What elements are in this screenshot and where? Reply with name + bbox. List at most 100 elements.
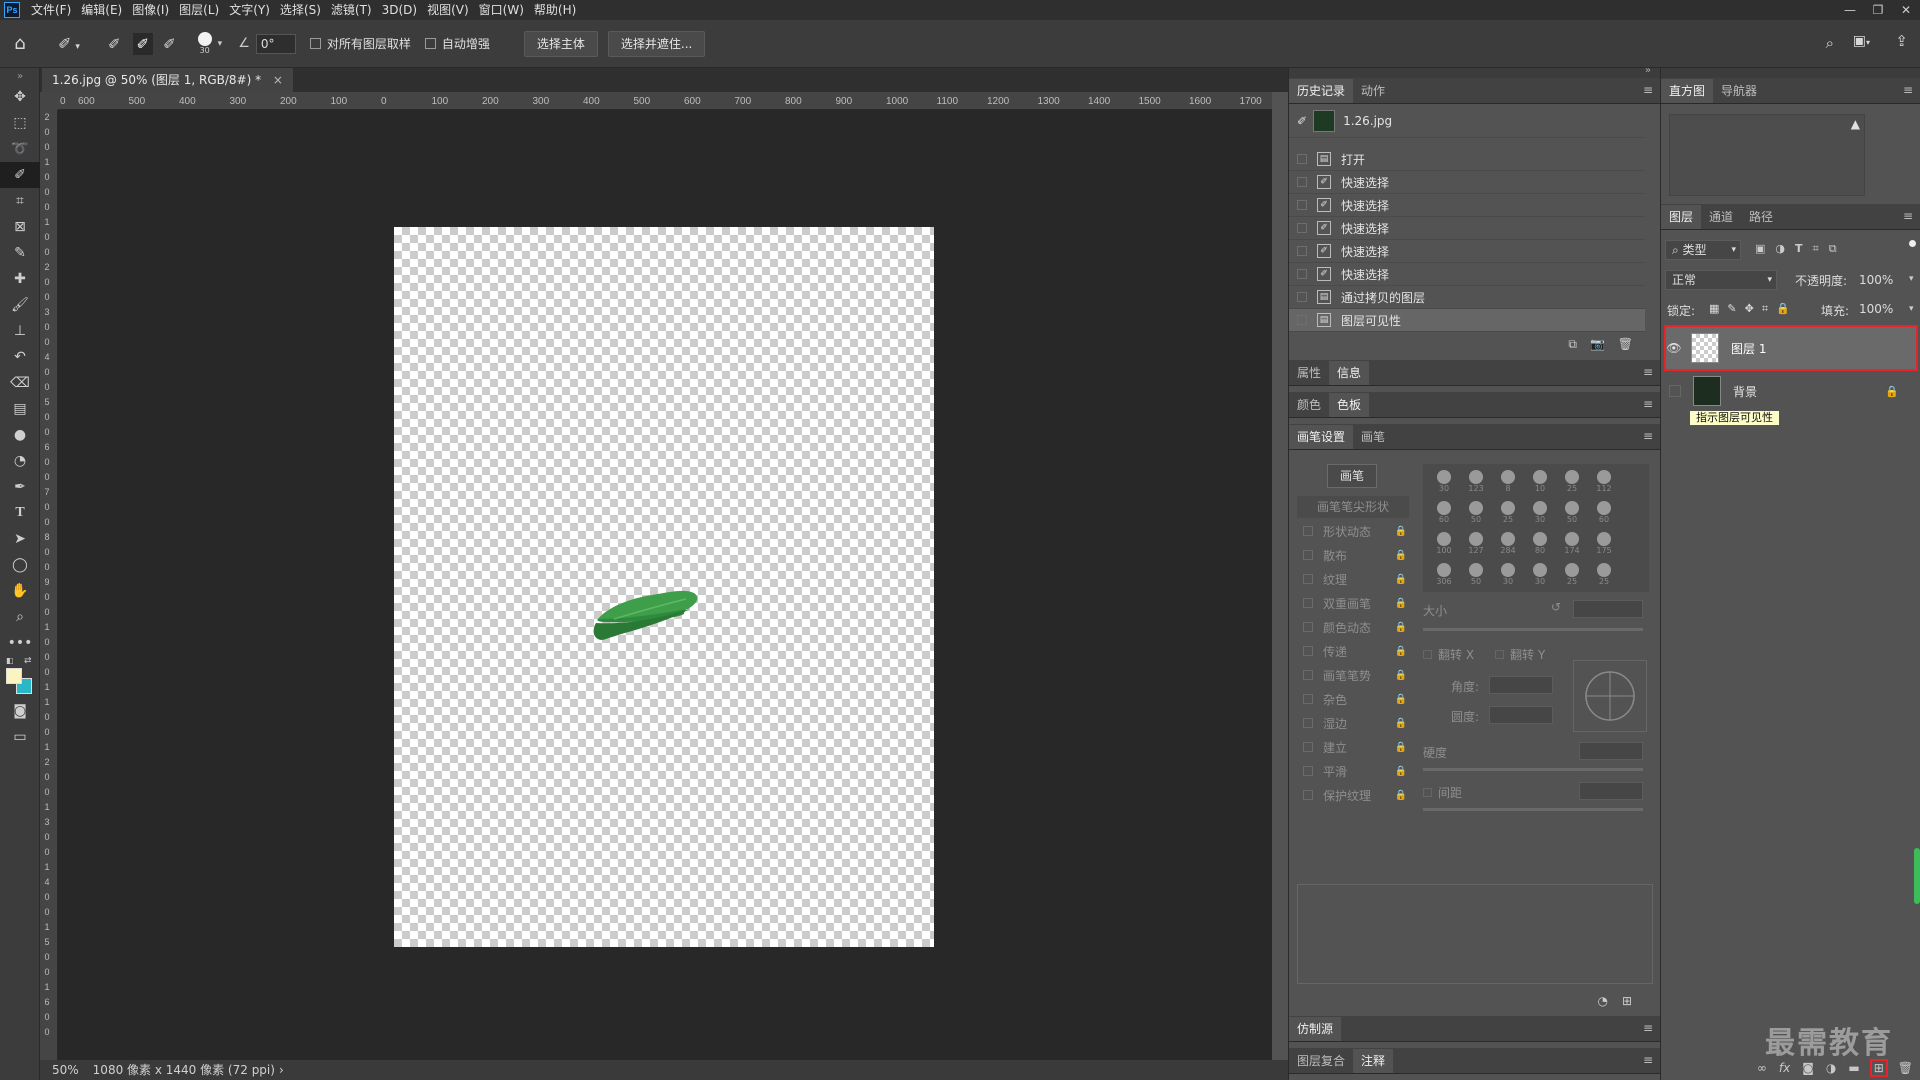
- layer-row-selected[interactable]: 👁 图层 1: [1664, 325, 1918, 371]
- menu-file[interactable]: 文件(F): [26, 0, 76, 20]
- new-selection-icon[interactable]: ✐: [108, 35, 121, 53]
- brush-option-row[interactable]: 湿边 🔒: [1297, 712, 1407, 734]
- lock-icon[interactable]: 🔒: [1395, 742, 1407, 753]
- history-step[interactable]: ✐ 快速选择: [1289, 194, 1645, 217]
- fill-field[interactable]: 100%: [1859, 302, 1893, 316]
- brush-tip-preset[interactable]: 50: [1557, 499, 1587, 529]
- type-filter-icon[interactable]: T: [1795, 242, 1803, 256]
- brush-tip-preset[interactable]: 25: [1589, 561, 1619, 591]
- brush-angle-preview[interactable]: [1573, 660, 1647, 732]
- lock-icon[interactable]: 🔒: [1395, 646, 1407, 657]
- auto-enhance-checkbox[interactable]: [424, 38, 436, 49]
- new-group-icon[interactable]: ▬: [1848, 1061, 1859, 1075]
- brush-option-row[interactable]: 形状动态 🔒: [1297, 520, 1407, 542]
- size-field[interactable]: [1573, 600, 1643, 618]
- collapse-dock-icon[interactable]: »: [1645, 65, 1651, 76]
- brush-tip-preset[interactable]: 60: [1429, 499, 1459, 529]
- history-step-checkbox[interactable]: [1297, 246, 1307, 256]
- menu-window[interactable]: 窗口(W): [474, 0, 529, 20]
- brush-tip-preset[interactable]: 25: [1557, 561, 1587, 591]
- tab-history[interactable]: 历史记录: [1289, 79, 1354, 103]
- canvas-area[interactable]: [58, 110, 1272, 1060]
- brush-option-checkbox[interactable]: [1303, 694, 1313, 704]
- brush-option-row[interactable]: 画笔笔势 🔒: [1297, 664, 1407, 686]
- menu-edit[interactable]: 编辑(E): [76, 0, 127, 20]
- brush-tip-preset[interactable]: 10: [1525, 468, 1555, 498]
- brush-tip-preset[interactable]: 60: [1589, 499, 1619, 529]
- adjustment-layer-icon[interactable]: ◑: [1826, 1061, 1836, 1075]
- lock-icon[interactable]: 🔒: [1395, 790, 1407, 801]
- eye-icon[interactable]: 👁: [1665, 341, 1683, 355]
- menu-help[interactable]: 帮助(H): [529, 0, 581, 20]
- tab-info[interactable]: 信息: [1329, 361, 1370, 385]
- select-and-mask-button[interactable]: 选择并遮住...: [607, 30, 706, 57]
- brush-option-row[interactable]: 传递 🔒: [1297, 640, 1407, 662]
- close-tab-icon[interactable]: ×: [273, 73, 283, 87]
- brush-option-row[interactable]: 双重画笔 🔒: [1297, 592, 1407, 614]
- clone-stamp-tool-icon[interactable]: ⊥: [0, 318, 40, 344]
- type-tool-icon[interactable]: T: [0, 500, 40, 526]
- home-icon[interactable]: ⌂: [0, 33, 40, 54]
- tab-clone-source[interactable]: 仿制源: [1289, 1017, 1342, 1041]
- document-tab[interactable]: 1.26.jpg @ 50% (图层 1, RGB/8#) * ×: [42, 68, 293, 92]
- warning-icon[interactable]: ▲: [1851, 117, 1860, 131]
- smart-object-filter-icon[interactable]: ⧉: [1829, 242, 1837, 256]
- menu-select[interactable]: 选择(S): [275, 0, 326, 20]
- lock-icon[interactable]: 🔒: [1395, 670, 1407, 681]
- lock-icon[interactable]: 🔒: [1395, 550, 1407, 561]
- panel-menu-icon[interactable]: ≡: [1643, 83, 1653, 97]
- brush-tip-preset[interactable]: 123: [1461, 468, 1491, 498]
- brush-option-checkbox[interactable]: [1303, 766, 1313, 776]
- delete-layer-icon[interactable]: 🗑: [1898, 1061, 1913, 1075]
- document-canvas[interactable]: [394, 227, 934, 947]
- zoom-tool-icon[interactable]: ⌕: [0, 604, 40, 630]
- chevron-down-icon[interactable]: ▾: [218, 39, 223, 49]
- spacing-slider[interactable]: [1423, 808, 1643, 811]
- close-icon[interactable]: ✕: [1892, 0, 1920, 20]
- screen-mode-icon[interactable]: ▭: [0, 724, 40, 750]
- brush-option-row[interactable]: 保护纹理 🔒: [1297, 784, 1407, 806]
- lock-transparent-icon[interactable]: ▦: [1709, 302, 1719, 316]
- brush-option-checkbox[interactable]: [1303, 598, 1313, 608]
- menu-layer[interactable]: 图层(L): [174, 0, 224, 20]
- history-step[interactable]: ✐ 快速选择: [1289, 171, 1645, 194]
- share-icon[interactable]: ⇪: [1895, 32, 1908, 50]
- workspace-icon[interactable]: ▣▾: [1853, 33, 1870, 49]
- zoom-level[interactable]: 50%: [52, 1060, 79, 1080]
- auto-enhance-option[interactable]: 自动增强: [424, 35, 490, 52]
- history-step-current[interactable]: ▤ 图层可见性: [1289, 309, 1645, 332]
- brush-size-picker[interactable]: 30: [197, 32, 212, 55]
- quick-mask-icon[interactable]: ◙: [0, 698, 40, 724]
- lock-all-icon[interactable]: 🔒: [1776, 302, 1790, 316]
- brush-tip-preset[interactable]: 30: [1429, 468, 1459, 498]
- frame-tool-icon[interactable]: ⊠: [0, 214, 40, 240]
- lock-icon[interactable]: 🔒: [1395, 766, 1407, 777]
- tab-swatches[interactable]: 色板: [1329, 393, 1370, 417]
- brush-option-row[interactable]: 散布 🔒: [1297, 544, 1407, 566]
- toggle-preview-icon[interactable]: ◔: [1598, 994, 1608, 1008]
- healing-brush-tool-icon[interactable]: ✚: [0, 266, 40, 292]
- brush-option-checkbox[interactable]: [1303, 742, 1313, 752]
- tab-actions[interactable]: 动作: [1353, 79, 1393, 103]
- menu-filter[interactable]: 滤镜(T): [326, 0, 377, 20]
- search-icon[interactable]: ⌕: [1826, 34, 1834, 52]
- brush-option-checkbox[interactable]: [1303, 574, 1313, 584]
- fx-icon[interactable]: fx: [1779, 1061, 1790, 1075]
- scroll-handle[interactable]: [1914, 848, 1920, 904]
- brush-tip-preset[interactable]: 25: [1557, 468, 1587, 498]
- layer-filter-select[interactable]: ⌕ 类型 ▾: [1665, 240, 1741, 260]
- dodge-tool-icon[interactable]: ◔: [0, 448, 40, 474]
- tab-navigator[interactable]: 导航器: [1713, 79, 1765, 103]
- panel-menu-icon[interactable]: ≡: [1643, 1053, 1653, 1067]
- brush-option-row[interactable]: 平滑 🔒: [1297, 760, 1407, 782]
- lock-icon[interactable]: 🔒: [1395, 718, 1407, 729]
- lock-icon[interactable]: 🔒: [1395, 574, 1407, 585]
- shape-filter-icon[interactable]: ⌗: [1813, 242, 1819, 256]
- history-step-checkbox[interactable]: [1297, 292, 1307, 302]
- flip-x-option[interactable]: 翻转 X: [1423, 646, 1474, 663]
- brush-tip-preset[interactable]: 25: [1493, 499, 1523, 529]
- filter-toggle-icon[interactable]: [1909, 240, 1916, 247]
- add-mask-icon[interactable]: ◙: [1802, 1061, 1814, 1075]
- brush-tip-preset[interactable]: 30: [1525, 499, 1555, 529]
- tab-properties[interactable]: 属性: [1289, 361, 1329, 385]
